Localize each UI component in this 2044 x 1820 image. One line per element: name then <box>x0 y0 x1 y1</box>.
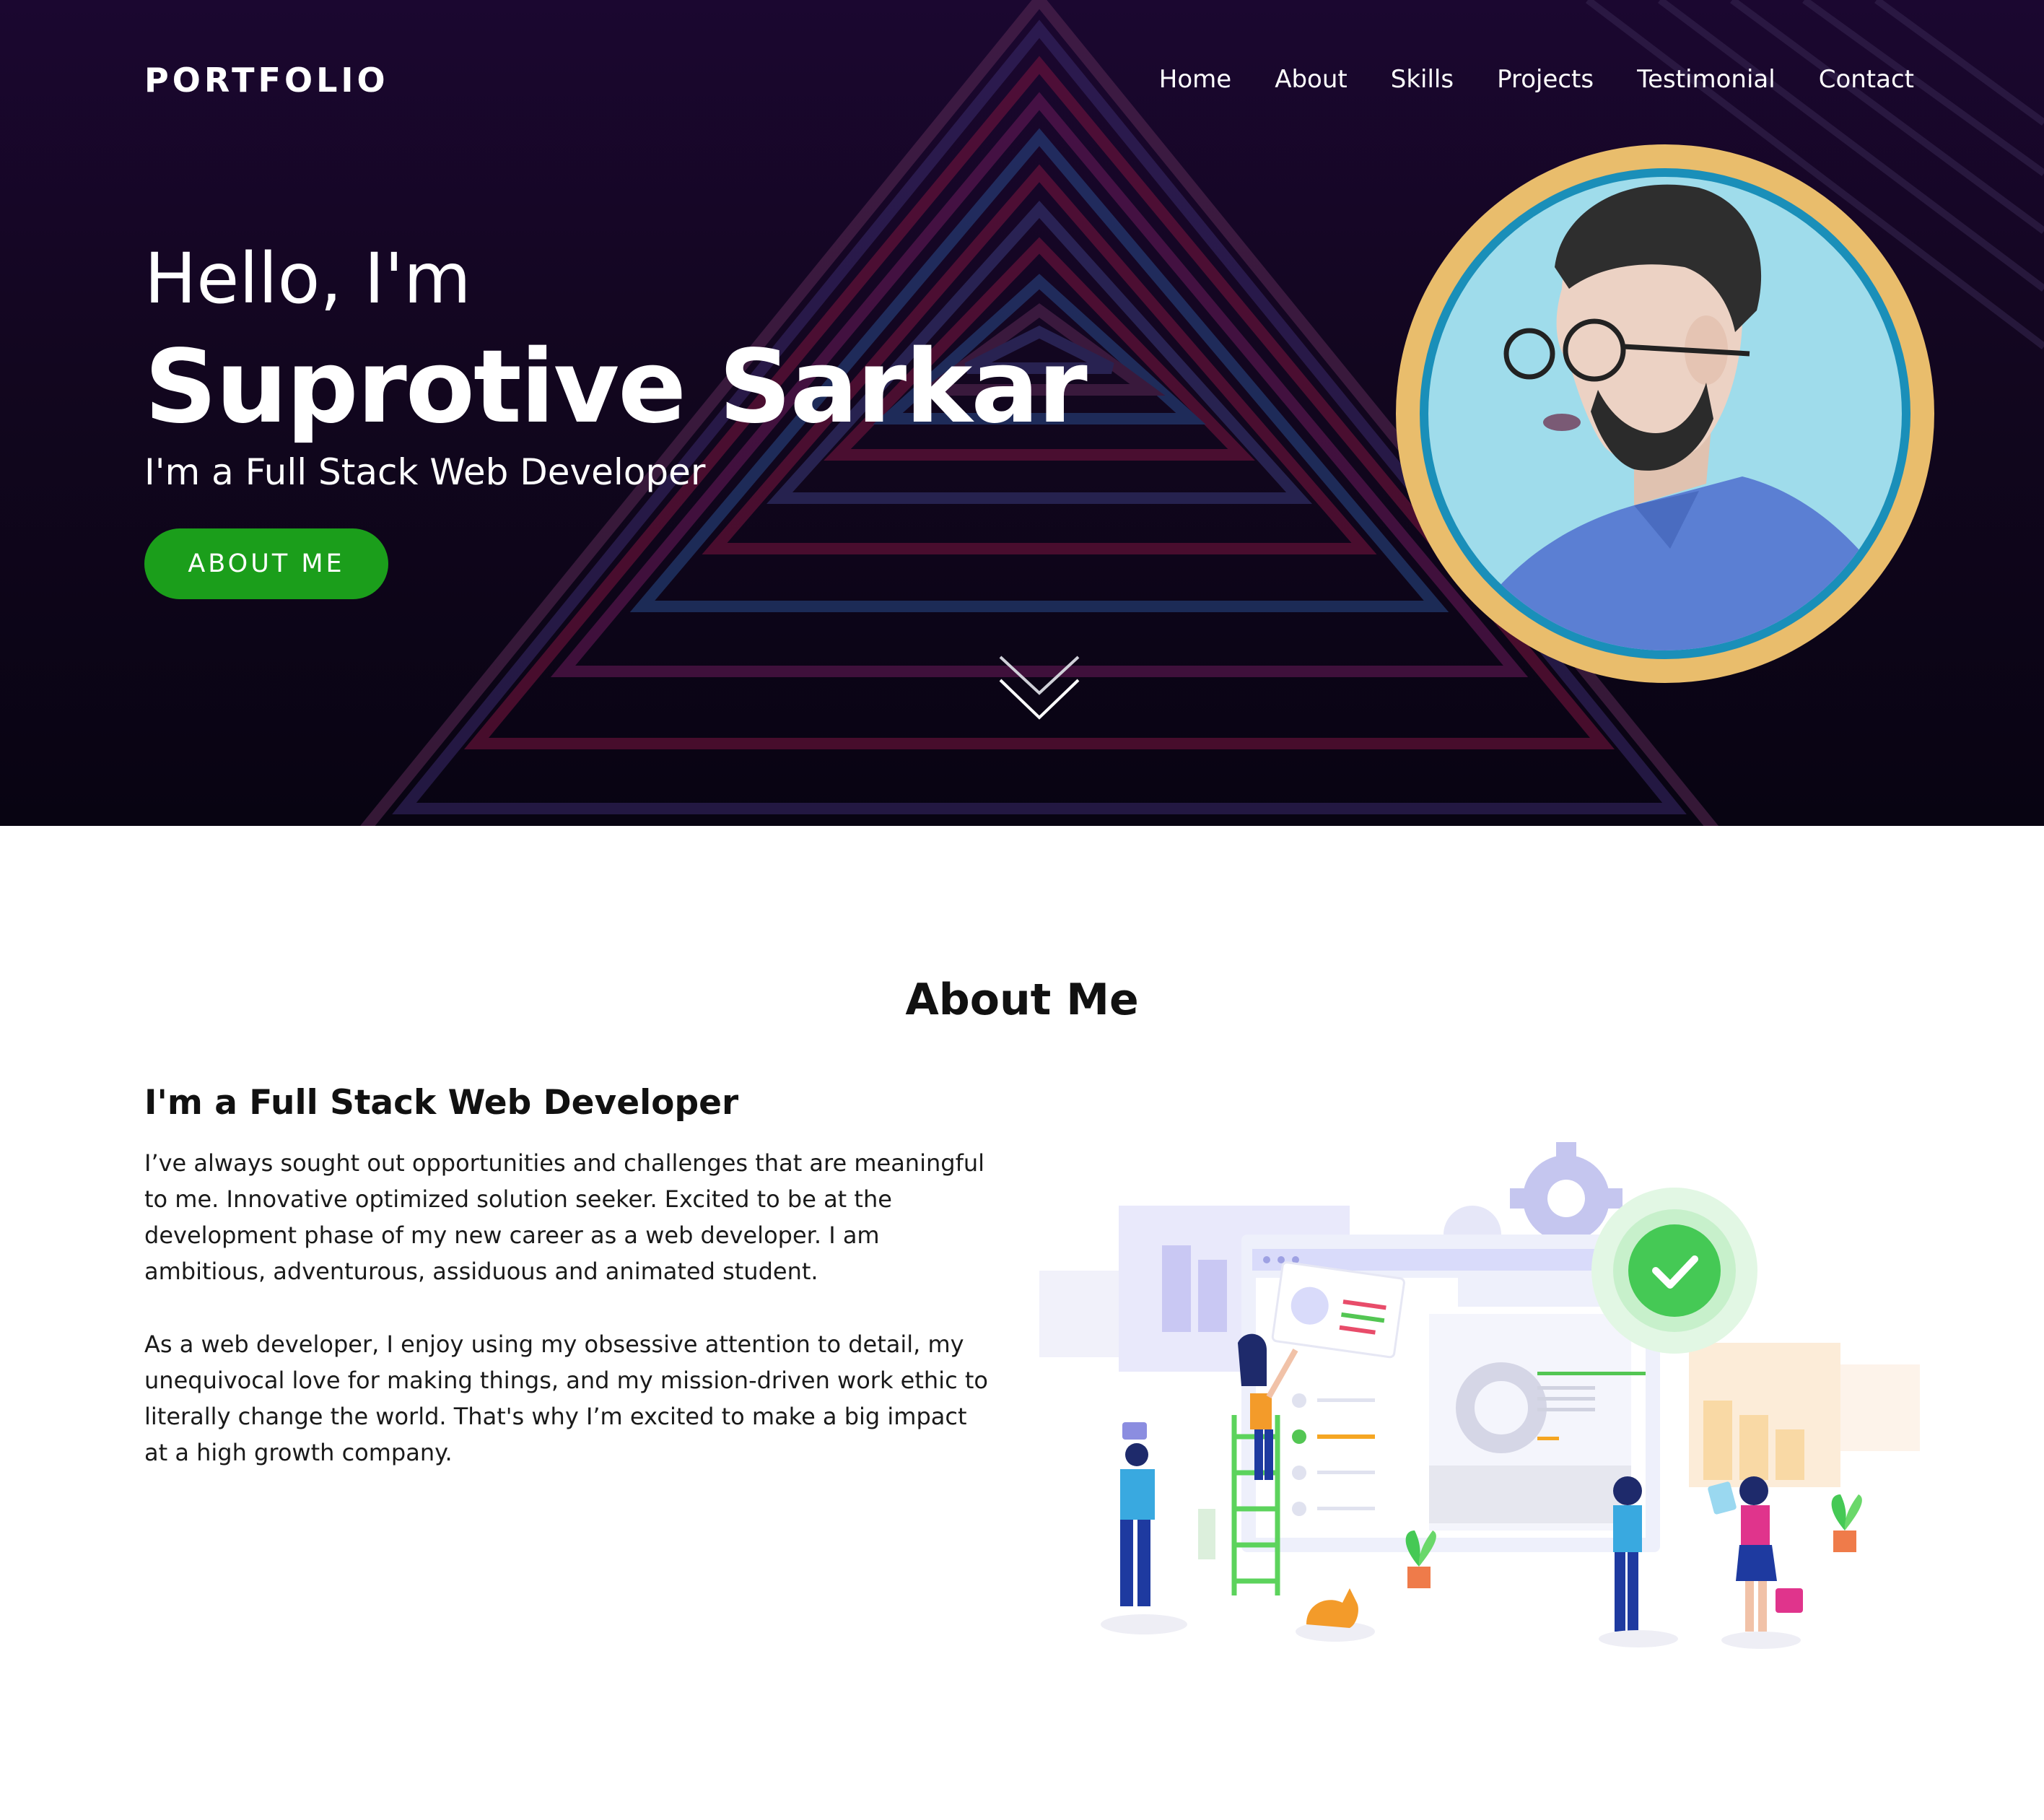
profile-avatar <box>1396 144 1934 683</box>
nav-about[interactable]: About <box>1275 65 1348 94</box>
nav-contact[interactable]: Contact <box>1819 65 1914 94</box>
hero-section: PORTFOLIO Home About Skills Projects Tes… <box>0 0 2044 826</box>
about-paragraph-1: I’ve always sought out opportunities and… <box>144 1149 984 1285</box>
about-subtitle: I'm a Full Stack Web Developer <box>144 1083 739 1123</box>
hero-name: Suprotive Sarkar <box>144 328 1088 446</box>
nav-testimonial[interactable]: Testimonial <box>1637 65 1776 94</box>
check-circle-icon <box>1591 1188 1757 1354</box>
nav-projects[interactable]: Projects <box>1497 65 1594 94</box>
about-section-title: About Me <box>905 975 1139 1025</box>
about-me-button[interactable]: ABOUT ME <box>144 528 388 599</box>
hero-greeting: Hello, I'm <box>144 238 471 319</box>
nav-home[interactable]: Home <box>1159 65 1231 94</box>
nav-skills[interactable]: Skills <box>1391 65 1454 94</box>
chevron-down-double-icon[interactable] <box>996 650 1083 729</box>
hero-role: I'm a Full Stack Web Developer <box>144 451 706 493</box>
main-nav: Home About Skills Projects Testimonial C… <box>1159 65 1914 94</box>
developer-team-illustration <box>1039 1142 1920 1649</box>
brand-logo[interactable]: PORTFOLIO <box>144 61 389 100</box>
about-paragraph-2: As a web developer, I enjoy using my obs… <box>144 1331 988 1466</box>
